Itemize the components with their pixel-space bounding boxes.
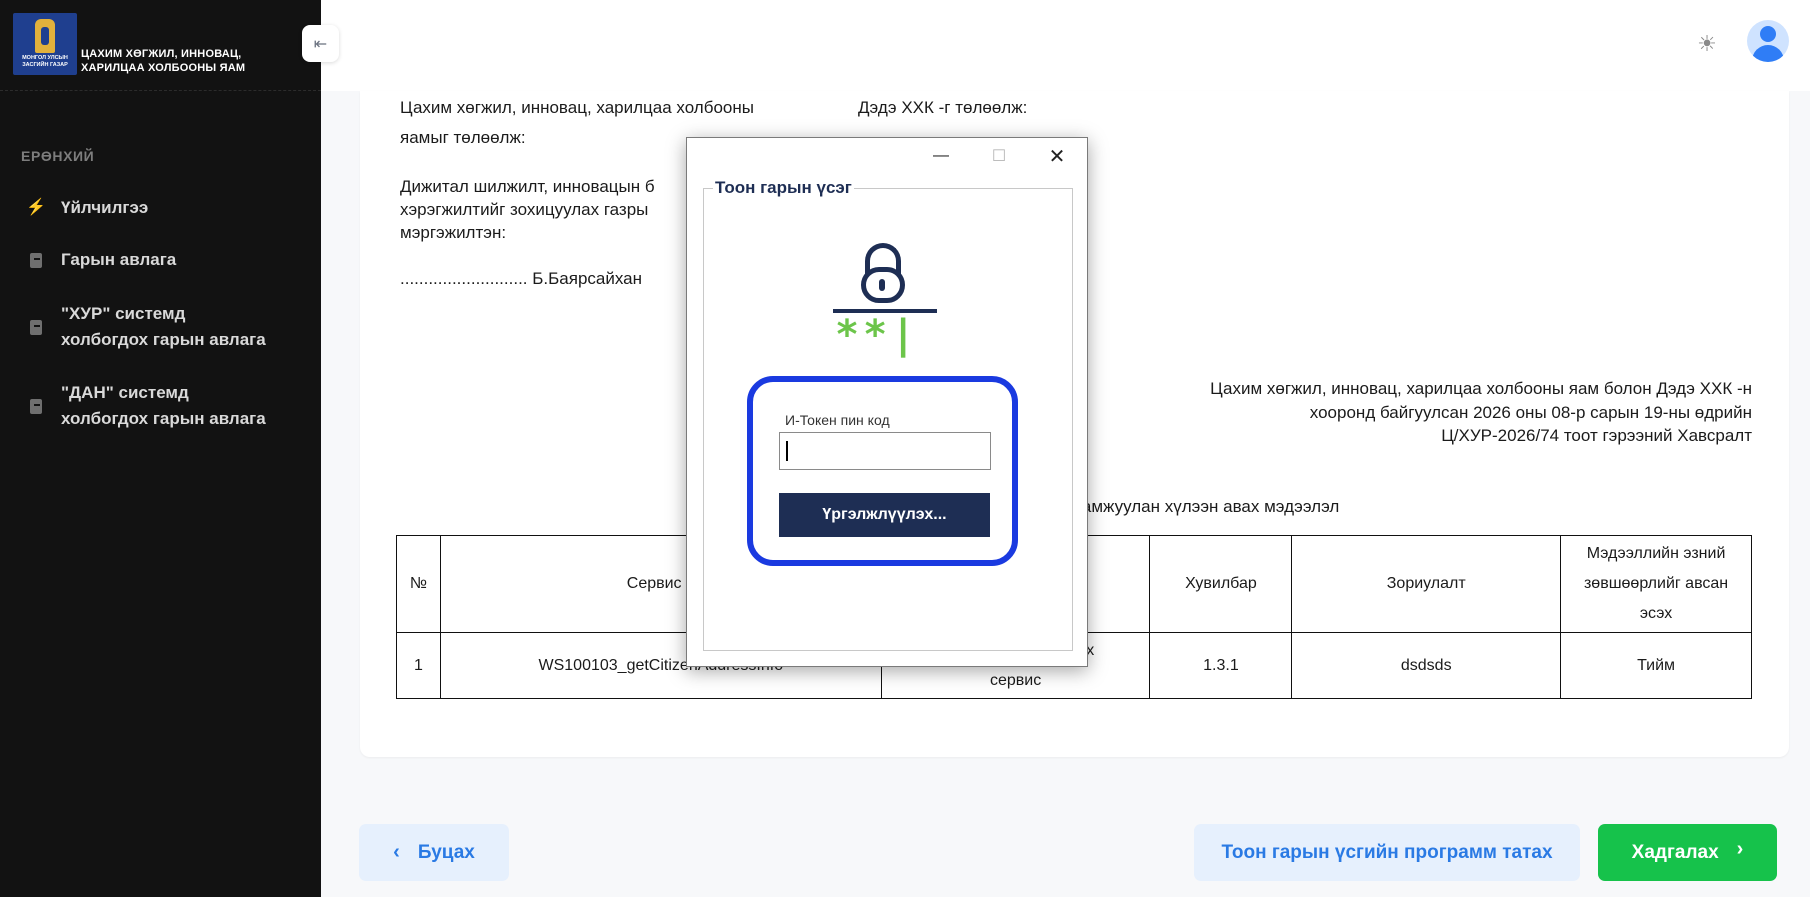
save-button-label: Хадгалах xyxy=(1631,841,1719,863)
sidebar-item-label-line2: холбогдох гарын авлага xyxy=(61,330,266,349)
sidebar-item-label-line1: "ХУР" системд xyxy=(61,304,186,323)
official-line2: хэрэгжилтийг зохицуулах газры xyxy=(400,200,649,219)
cell-number: 1 xyxy=(396,632,441,699)
annex-heading: Цахим хөгжил, инновац, харилцаа холбооны… xyxy=(1000,377,1752,448)
org-name-line1: ЦАХИМ ХӨГЖИЛ, ИННОВАЦ, xyxy=(81,48,242,60)
company-representative-heading: Дэдэ ХХК -г төлөөлж: xyxy=(858,98,1028,117)
sidebar-item-label: "ДАН" системд холбогдох гарын авлага xyxy=(61,380,266,432)
lock-password-icon: **| xyxy=(833,243,937,358)
book-icon xyxy=(26,247,46,273)
col-consent-header: Мэдээллийн эзний зөвшөөрлийг авсан эсэх xyxy=(1560,535,1752,633)
arrow-left-to-line-icon: ⇤ xyxy=(313,35,328,53)
pin-code-input[interactable] xyxy=(779,432,991,470)
table-caption: дамжуулан хүлээн авах мэдээлэл xyxy=(1072,497,1340,516)
soyombo-emblem-icon xyxy=(35,19,55,53)
annex-line3: Ц/ХУР-2026/74 тоот гэрээний Хавсралт xyxy=(1441,426,1752,445)
sidebar-item-services[interactable]: ⚡ Үйлчилгээ xyxy=(26,195,148,221)
back-button-label: Буцах xyxy=(417,841,475,863)
book-icon xyxy=(26,301,46,353)
sidebar-item-label-line2: холбогдох гарын авлага xyxy=(61,409,266,428)
sidebar-item-manual[interactable]: Гарын авлага xyxy=(26,247,176,273)
logo-text: МОНГОЛ УЛСЫН ЗАСГИЙН ГАЗАР xyxy=(22,55,68,68)
org-name-line2: ХАРИЛЦАА ХОЛБООНЫ ЯАМ xyxy=(81,62,246,74)
annex-line1: Цахим хөгжил, инновац, харилцаа холбооны… xyxy=(1210,379,1752,398)
digital-signature-dialog: — ☐ ✕ Тоон гарын үсэг **| И-Токен пин ко… xyxy=(686,137,1088,667)
continue-button[interactable]: Үргэлжлүүлэх... xyxy=(779,493,990,537)
sidebar-item-label: "ХУР" системд холбогдох гарын авлага xyxy=(61,301,266,353)
chevron-left-icon: ‹ xyxy=(393,841,400,863)
sidebar-item-label-line1: "ДАН" системд xyxy=(61,383,189,402)
pin-code-label: И-Токен пин код xyxy=(785,412,890,428)
pin-highlight-box: И-Токен пин код Үргэлжлүүлэх... xyxy=(747,376,1018,566)
bolt-icon: ⚡ xyxy=(26,199,46,216)
ministry-rep-line1: Цахим хөгжил, инновац, харилцаа холбооны xyxy=(400,98,754,117)
sidebar-item-dan-manual[interactable]: "ДАН" системд холбогдох гарын авлага xyxy=(26,380,266,432)
col-number-header: № xyxy=(396,535,441,633)
sidebar-item-label: Үйлчилгээ xyxy=(61,198,149,217)
sidebar-item-label: Гарын авлага xyxy=(61,250,177,269)
official-line3: мэргэжилтэн: xyxy=(400,223,507,242)
brand-header: МОНГОЛ УЛСЫН ЗАСГИЙН ГАЗАР ЦАХИМ ХӨГЖИЛ,… xyxy=(0,0,321,91)
user-avatar[interactable] xyxy=(1747,20,1789,62)
col-purpose-header: Зориулалт xyxy=(1291,535,1562,633)
organization-name: ЦАХИМ ХӨГЖИЛ, ИННОВАЦ, ХАРИЛЦАА ХОЛБООНЫ… xyxy=(81,47,261,75)
section-title-general: ЕРӨНХИЙ xyxy=(21,148,95,164)
cell-consent: Тийм xyxy=(1560,632,1752,699)
annex-line2: хооронд байгуулсан 2026 оны 08-р сарын 1… xyxy=(1309,402,1752,422)
password-stars: **| xyxy=(835,312,920,358)
sidebar: МОНГОЛ УЛСЫН ЗАСГИЙН ГАЗАР ЦАХИМ ХӨГЖИЛ,… xyxy=(0,0,321,897)
cell-version: 1.3.1 xyxy=(1149,632,1293,699)
col-version-header: Хувилбар xyxy=(1149,535,1293,633)
government-logo[interactable]: МОНГОЛ УЛСЫН ЗАСГИЙН ГАЗАР xyxy=(13,13,77,75)
book-icon xyxy=(26,380,46,432)
chevron-right-icon: › xyxy=(1736,838,1744,860)
official-line1: Дижитал шилжилт, инновацын б xyxy=(400,177,655,196)
collapse-sidebar-button[interactable]: ⇤ xyxy=(302,25,339,62)
minimize-icon[interactable]: — xyxy=(929,146,953,166)
back-button[interactable]: ‹ Буцах xyxy=(359,824,509,881)
theme-toggle-sun-icon[interactable]: ☀ xyxy=(1694,31,1720,57)
signature-line: ........................... Б.Баярсайхан xyxy=(400,269,643,288)
maximize-icon: ☐ xyxy=(991,148,1007,165)
save-button[interactable]: Хадгалах › xyxy=(1598,824,1777,881)
official-title: Дижитал шилжилт, инновацын б хэрэгжилтий… xyxy=(400,175,655,244)
cell-purpose: dsdsds xyxy=(1291,632,1562,699)
download-signature-program-button[interactable]: Тоон гарын үсгийн программ татах xyxy=(1194,824,1580,881)
close-icon[interactable]: ✕ xyxy=(1045,146,1069,168)
sidebar-item-khur-manual[interactable]: "ХУР" системд холбогдох гарын авлага xyxy=(26,301,266,353)
group-title: Тоон гарын үсэг xyxy=(713,178,854,198)
top-header xyxy=(321,0,1810,91)
